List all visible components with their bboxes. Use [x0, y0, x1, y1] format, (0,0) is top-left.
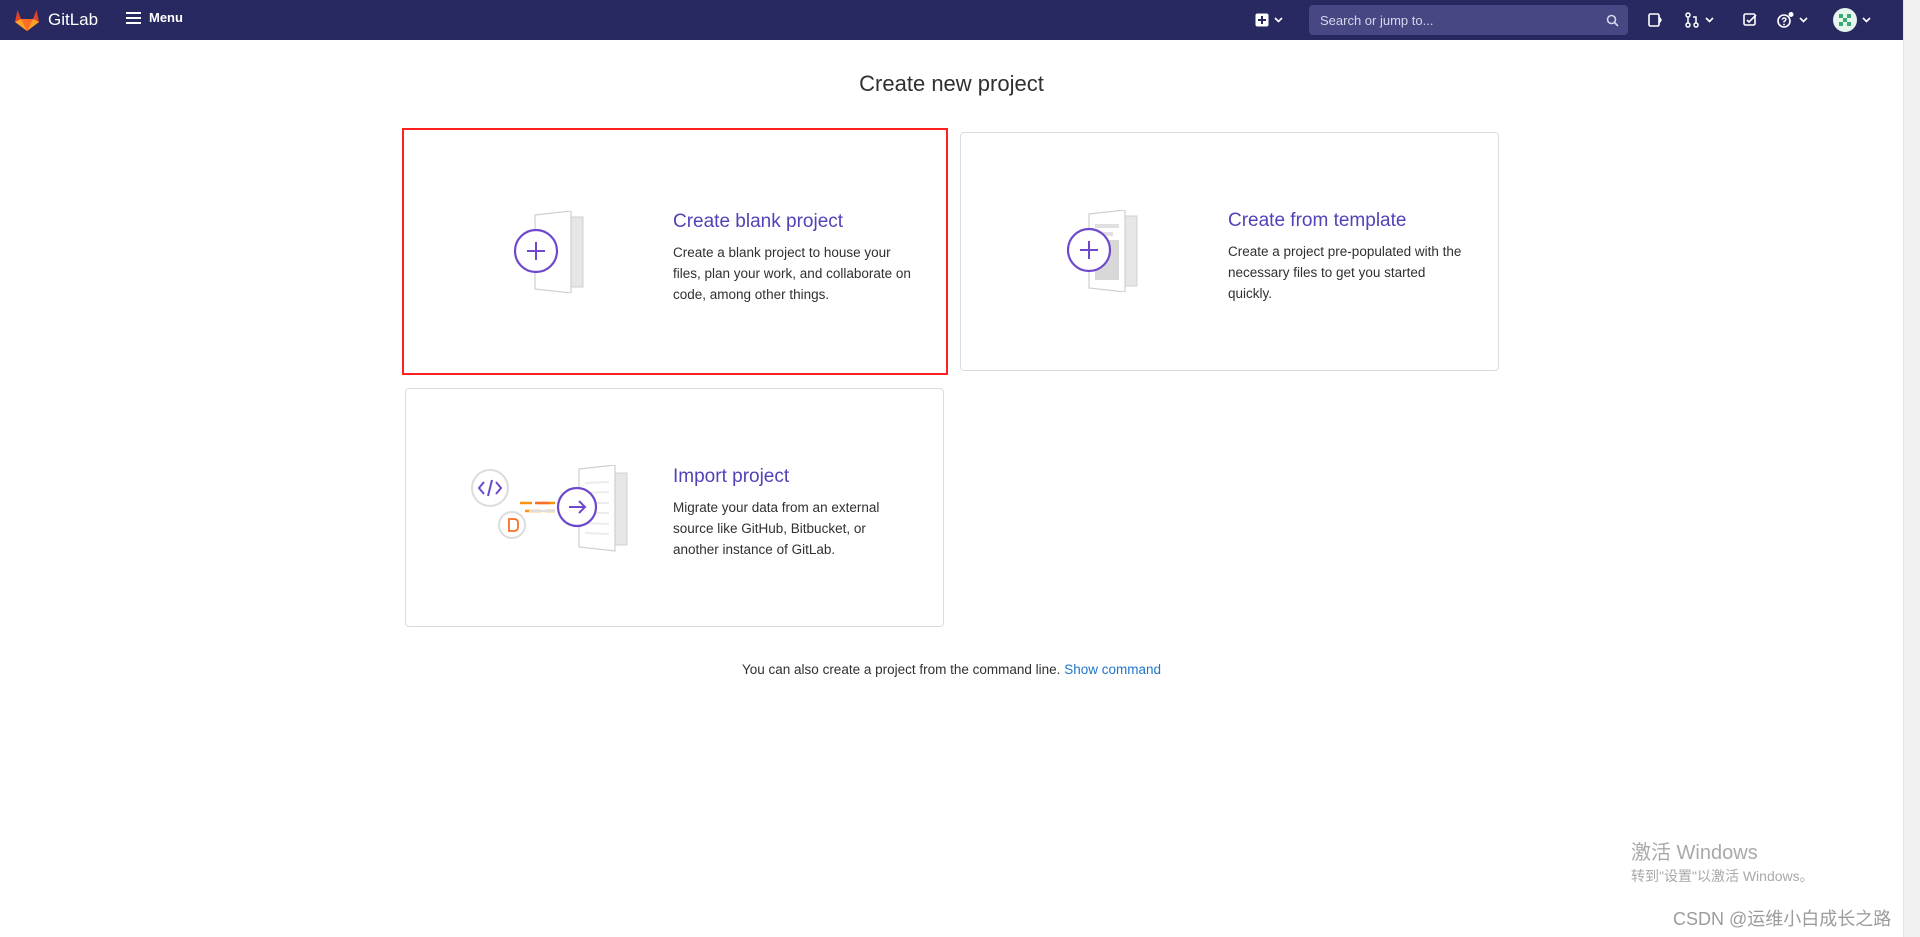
import-project-illustration-icon — [471, 465, 628, 552]
command-line-hint: You can also create a project from the c… — [0, 662, 1903, 677]
import-project-card[interactable]: Import project Migrate your data from an… — [405, 388, 944, 627]
todo-icon — [1743, 13, 1757, 26]
windows-activation-title: 激活 Windows — [1631, 842, 1758, 864]
card-title: Create blank project — [673, 211, 844, 232]
merge-request-icon — [1685, 12, 1699, 28]
merge-requests-button[interactable] — [1684, 9, 1714, 31]
template-project-illustration-icon — [1067, 210, 1138, 292]
code-review-icon — [1648, 13, 1662, 27]
card-description: Migrate your data from an external sourc… — [673, 500, 880, 557]
card-description: Create a project pre-populated with the … — [1228, 244, 1462, 301]
gitlab-tanuki-icon — [15, 10, 39, 31]
search-icon — [1606, 14, 1619, 27]
search-box[interactable] — [1309, 5, 1628, 35]
top-navbar: GitLab Menu — [0, 0, 1903, 40]
card-title: Create from template — [1228, 210, 1407, 231]
windows-activation-subtitle: 转到"设置"以激活 Windows。 — [1631, 868, 1814, 884]
gitlab-logo[interactable]: GitLab — [14, 8, 98, 32]
todos-button[interactable] — [1742, 9, 1758, 31]
page-title: Create new project — [859, 71, 1044, 96]
command-line-text: You can also create a project from the c… — [742, 662, 1061, 677]
chevron-down-icon — [1862, 17, 1871, 23]
new-dropdown-button[interactable] — [1255, 9, 1283, 31]
card-description: Create a blank project to house your fil… — [673, 245, 911, 302]
show-command-link[interactable]: Show command — [1064, 662, 1161, 677]
help-button[interactable] — [1776, 9, 1808, 31]
user-menu-button[interactable] — [1833, 8, 1871, 32]
menu-button[interactable]: Menu — [126, 10, 183, 25]
plus-square-icon — [1255, 13, 1269, 27]
chevron-down-icon — [1274, 17, 1283, 23]
avatar — [1833, 8, 1857, 32]
create-blank-project-card[interactable]: Create blank project Create a blank proj… — [402, 128, 948, 375]
chevron-down-icon — [1799, 17, 1808, 23]
vertical-scrollbar[interactable] — [1903, 0, 1920, 937]
hamburger-icon — [126, 11, 141, 24]
csdn-watermark: CSDN @运维小白成长之路 — [1673, 909, 1892, 929]
create-from-template-card[interactable]: Create from template Create a project pr… — [960, 132, 1499, 371]
menu-label: Menu — [149, 10, 183, 25]
windows-activation-watermark: 激活 Windows 转到"设置"以激活 Windows。 — [1631, 840, 1814, 886]
help-icon — [1777, 12, 1794, 28]
blank-project-illustration-icon — [513, 211, 584, 293]
card-title: Import project — [673, 466, 790, 487]
code-review-button[interactable] — [1647, 9, 1663, 31]
chevron-down-icon — [1705, 17, 1714, 23]
search-input[interactable] — [1318, 11, 1606, 29]
brand-name: GitLab — [48, 10, 99, 29]
